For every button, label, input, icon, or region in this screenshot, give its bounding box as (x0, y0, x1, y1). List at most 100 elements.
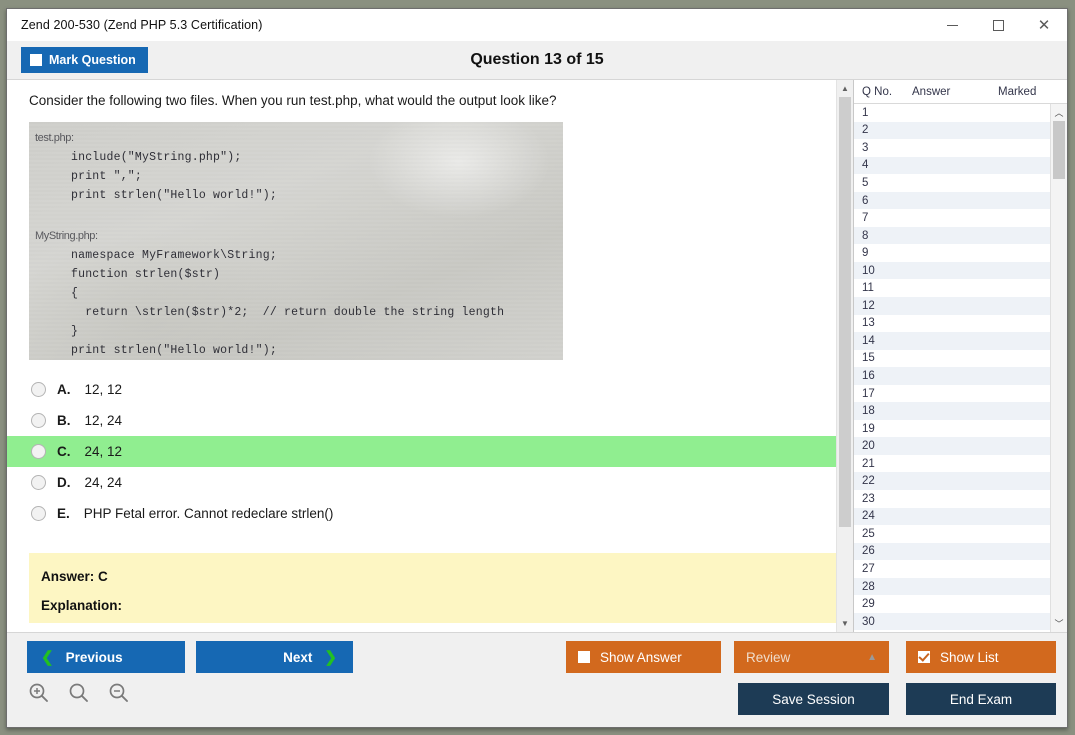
zoom-controls (27, 681, 131, 705)
question-list-row[interactable]: 14 (854, 332, 1050, 350)
row-qno: 6 (854, 195, 912, 207)
list-scrollbar-thumb[interactable] (1053, 121, 1065, 179)
radio-icon[interactable] (31, 382, 46, 397)
question-list-row[interactable]: 7 (854, 209, 1050, 227)
answer-options: A. 12, 12 B. 12, 24 C. 24, 12 (7, 374, 836, 529)
question-list-row[interactable]: 29 (854, 595, 1050, 613)
question-list-row[interactable]: 13 (854, 315, 1050, 333)
option-row-d[interactable]: D. 24, 24 (7, 467, 836, 498)
code-line: include("MyString.php"); (71, 151, 241, 164)
question-list-row[interactable]: 8 (854, 227, 1050, 245)
question-list-row[interactable]: 4 (854, 157, 1050, 175)
question-list-row[interactable]: 17 (854, 385, 1050, 403)
row-qno: 3 (854, 142, 912, 154)
option-text: 24, 12 (85, 444, 123, 459)
question-list-row[interactable]: 18 (854, 402, 1050, 420)
row-qno: 27 (854, 563, 912, 575)
question-list-row[interactable]: 10 (854, 262, 1050, 280)
maximize-button[interactable] (975, 9, 1021, 41)
option-letter: E. (57, 506, 70, 521)
mark-question-button[interactable]: Mark Question (21, 47, 148, 73)
scroll-down-icon[interactable]: ▼ (837, 615, 853, 632)
previous-button[interactable]: ❮ Previous (27, 641, 185, 673)
radio-icon[interactable] (31, 506, 46, 521)
scroll-up-icon[interactable]: ▲ (837, 80, 853, 97)
end-exam-label: End Exam (950, 692, 1012, 707)
chevron-right-icon: ❯ (324, 648, 337, 666)
scrollbar-thumb[interactable] (839, 97, 851, 527)
minimize-icon (947, 25, 958, 26)
question-prompt: Consider the following two files. When y… (7, 92, 836, 122)
row-qno: 9 (854, 247, 912, 259)
question-list-row[interactable]: 30 (854, 613, 1050, 631)
question-list-row[interactable]: 15 (854, 350, 1050, 368)
question-list-row[interactable]: 12 (854, 297, 1050, 315)
question-counter: Question 13 of 15 (7, 51, 1067, 69)
option-text: 24, 24 (85, 475, 123, 490)
question-list-row[interactable]: 25 (854, 525, 1050, 543)
question-list-row[interactable]: 1 (854, 104, 1050, 122)
save-session-button[interactable]: Save Session (738, 683, 889, 715)
question-list-row[interactable]: 5 (854, 174, 1050, 192)
row-qno: 12 (854, 300, 912, 312)
save-session-label: Save Session (772, 692, 855, 707)
option-row-b[interactable]: B. 12, 24 (7, 405, 836, 436)
row-qno: 17 (854, 388, 912, 400)
question-list-row[interactable]: 26 (854, 543, 1050, 561)
close-button[interactable]: ✕ (1021, 9, 1067, 41)
zoom-out-icon[interactable] (107, 681, 131, 705)
option-text: 12, 24 (85, 413, 123, 428)
radio-icon[interactable] (31, 413, 46, 428)
scrollbar-track[interactable] (837, 97, 853, 615)
question-pane-scrollbar[interactable]: ▲ ▼ (836, 80, 853, 632)
end-exam-button[interactable]: End Exam (906, 683, 1056, 715)
mark-question-label: Mark Question (49, 53, 136, 67)
zoom-in-icon[interactable] (27, 681, 51, 705)
zoom-reset-icon[interactable] (67, 681, 91, 705)
question-list-row[interactable]: 11 (854, 279, 1050, 297)
question-list-rows[interactable]: 1234567891011121314151617181920212223242… (854, 104, 1050, 632)
question-list-row[interactable]: 3 (854, 139, 1050, 157)
row-qno: 15 (854, 352, 912, 364)
window-title: Zend 200-530 (Zend PHP 5.3 Certification… (7, 18, 263, 32)
next-label: Next (283, 650, 312, 665)
question-list-row[interactable]: 9 (854, 244, 1050, 262)
show-list-button[interactable]: Show List (906, 641, 1056, 673)
question-list-row[interactable]: 19 (854, 420, 1050, 438)
row-qno: 18 (854, 405, 912, 417)
row-qno: 11 (854, 282, 912, 294)
option-row-e[interactable]: E. PHP Fetal error. Cannot redeclare str… (7, 498, 836, 529)
question-list-row[interactable]: 22 (854, 472, 1050, 490)
list-scrollbar-track[interactable] (1051, 121, 1067, 615)
row-qno: 23 (854, 493, 912, 505)
row-qno: 28 (854, 581, 912, 593)
show-answer-button[interactable]: Show Answer (566, 641, 721, 673)
question-list-scrollbar[interactable]: ︿ ﹀ (1050, 104, 1067, 632)
row-qno: 30 (854, 616, 912, 628)
question-list-row[interactable]: 21 (854, 455, 1050, 473)
question-list-row[interactable]: 2 (854, 122, 1050, 140)
list-scroll-down-icon[interactable]: ﹀ (1051, 615, 1067, 632)
question-list-row[interactable]: 27 (854, 560, 1050, 578)
next-button[interactable]: Next ❯ (196, 641, 353, 673)
question-list-row[interactable]: 28 (854, 578, 1050, 596)
radio-icon[interactable] (31, 444, 46, 459)
chevron-up-icon: ▲ (867, 652, 877, 663)
option-row-a[interactable]: A. 12, 12 (7, 374, 836, 405)
review-dropdown-button[interactable]: Review ▲ (734, 641, 889, 673)
radio-icon[interactable] (31, 475, 46, 490)
question-list-row[interactable]: 20 (854, 437, 1050, 455)
list-scroll-up-icon[interactable]: ︿ (1051, 104, 1067, 121)
question-list-row[interactable]: 6 (854, 192, 1050, 210)
row-qno: 24 (854, 510, 912, 522)
minimize-button[interactable] (929, 9, 975, 41)
row-qno: 19 (854, 423, 912, 435)
row-qno: 14 (854, 335, 912, 347)
row-qno: 22 (854, 475, 912, 487)
body-region: Consider the following two files. When y… (7, 79, 1067, 632)
question-list-row[interactable]: 24 (854, 508, 1050, 526)
question-list-row[interactable]: 23 (854, 490, 1050, 508)
question-list-row[interactable]: 16 (854, 367, 1050, 385)
option-row-c[interactable]: C. 24, 12 (7, 436, 836, 467)
row-qno: 4 (854, 159, 912, 171)
